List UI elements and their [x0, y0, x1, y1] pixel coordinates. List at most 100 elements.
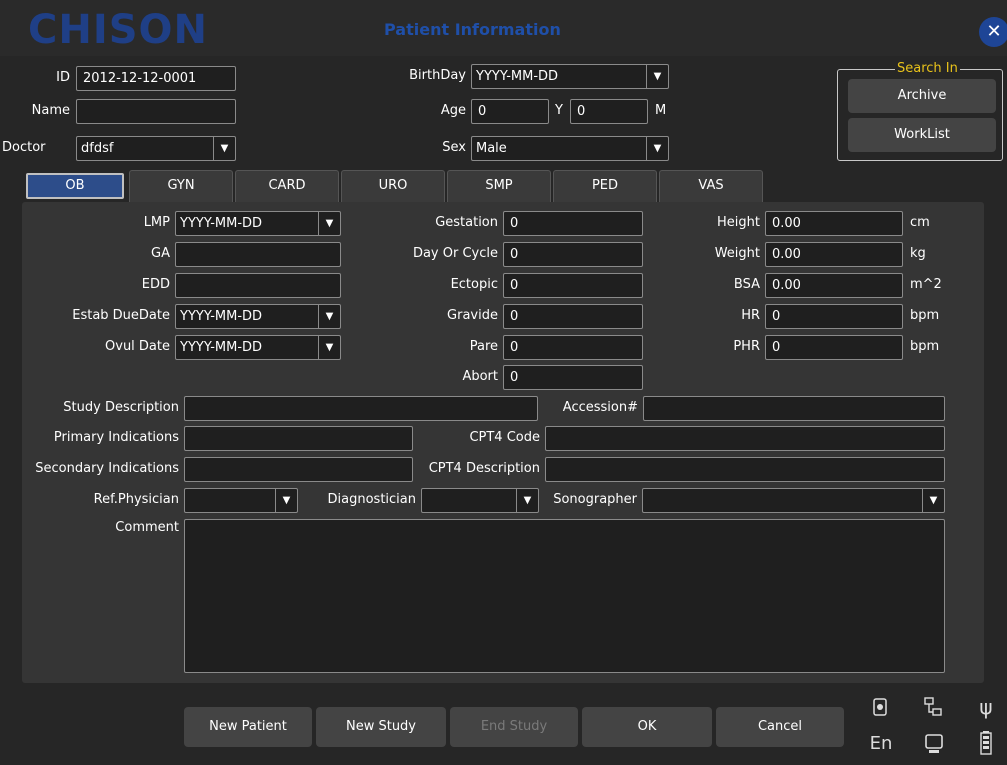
new-patient-button[interactable]: New Patient [184, 707, 312, 747]
bsa-field[interactable]: 0.00 [765, 273, 903, 298]
day-or-cycle-label: Day Or Cycle [412, 246, 498, 261]
language-indicator: En [869, 733, 893, 754]
birthday-select[interactable]: YYYY-MM-DD ▼ [471, 64, 669, 89]
network-icon [923, 697, 943, 721]
phr-field[interactable]: 0 [765, 335, 903, 360]
tab-vas[interactable]: VAS [659, 170, 763, 202]
diagnostician-select[interactable]: ▼ [421, 488, 539, 513]
birthday-value: YYYY-MM-DD [476, 69, 559, 84]
ovul-date-label: Ovul Date [105, 339, 170, 354]
bsa-label: BSA [733, 277, 760, 292]
primary-indications-field[interactable] [184, 426, 413, 451]
doctor-select[interactable]: dfdsf ▼ [76, 136, 236, 161]
tab-card[interactable]: CARD [235, 170, 339, 202]
lmp-label: LMP [143, 215, 170, 230]
chevron-down-icon: ▼ [318, 305, 340, 328]
age-months-field[interactable]: 0 [570, 99, 648, 124]
birthday-label: BirthDay [409, 68, 466, 83]
usb-icon: ψ [979, 695, 993, 719]
lmp-select[interactable]: YYYY-MM-DD ▼ [175, 211, 341, 236]
height-unit: cm [910, 215, 930, 230]
sonographer-label: Sonographer [553, 492, 637, 507]
name-field[interactable] [76, 99, 236, 124]
hr-label: HR [741, 308, 760, 323]
cpt4-description-field[interactable] [545, 457, 945, 482]
chevron-down-icon: ▼ [922, 489, 944, 512]
phr-unit: bpm [910, 339, 940, 354]
sex-select[interactable]: Male ▼ [471, 136, 669, 161]
day-or-cycle-field[interactable]: 0 [503, 242, 643, 267]
gravide-field[interactable]: 0 [503, 304, 643, 329]
estab-duedate-value: YYYY-MM-DD [180, 309, 263, 324]
archive-button[interactable]: Archive [848, 79, 996, 113]
age-years-field[interactable]: 0 [471, 99, 549, 124]
edd-label: EDD [141, 277, 170, 292]
gestation-label: Gestation [435, 215, 498, 230]
doctor-label: Doctor [2, 140, 46, 155]
tab-smp[interactable]: SMP [447, 170, 551, 202]
cancel-button[interactable]: Cancel [716, 707, 844, 747]
tab-ped[interactable]: PED [553, 170, 657, 202]
comment-textarea[interactable] [184, 519, 945, 673]
sonographer-select[interactable]: ▼ [642, 488, 945, 513]
battery-icon [978, 731, 994, 759]
abort-field[interactable]: 0 [503, 365, 643, 390]
primary-indications-label: Primary Indications [53, 430, 179, 445]
chevron-down-icon: ▼ [318, 212, 340, 235]
end-study-button[interactable]: End Study [450, 707, 578, 747]
secondary-indications-field[interactable] [184, 457, 413, 482]
name-label: Name [31, 103, 70, 118]
close-icon[interactable]: ✕ [979, 17, 1007, 47]
sex-value: Male [476, 141, 507, 156]
secondary-indications-label: Secondary Indications [35, 461, 179, 476]
edd-field[interactable] [175, 273, 341, 298]
chison-logo: CHISON [28, 7, 209, 53]
doctor-value: dfdsf [81, 141, 114, 156]
tab-uro[interactable]: URO [341, 170, 445, 202]
accession-label: Accession# [562, 400, 638, 415]
bsa-unit: m^2 [910, 277, 942, 292]
estab-duedate-label: Estab DueDate [72, 308, 170, 323]
ok-button[interactable]: OK [582, 707, 712, 747]
id-label: ID [56, 70, 70, 85]
hr-field[interactable]: 0 [765, 304, 903, 329]
tab-ob[interactable]: OB [26, 173, 124, 199]
hr-unit: bpm [910, 308, 940, 323]
disk-icon [870, 697, 890, 721]
age-m-unit: M [655, 103, 667, 118]
study-description-field[interactable] [184, 396, 538, 421]
gestation-field[interactable]: 0 [503, 211, 643, 236]
estab-duedate-select[interactable]: YYYY-MM-DD ▼ [175, 304, 341, 329]
pare-field[interactable]: 0 [503, 335, 643, 360]
worklist-button[interactable]: WorkList [848, 118, 996, 152]
study-description-label: Study Description [63, 400, 179, 415]
weight-label: Weight [714, 246, 760, 261]
ectopic-field[interactable]: 0 [503, 273, 643, 298]
lmp-value: YYYY-MM-DD [180, 216, 263, 231]
pare-label: Pare [469, 339, 498, 354]
ref-physician-select[interactable]: ▼ [184, 488, 298, 513]
chevron-down-icon: ▼ [516, 489, 538, 512]
sex-label: Sex [442, 140, 466, 155]
height-label: Height [717, 215, 760, 230]
weight-unit: kg [910, 246, 926, 261]
new-study-button[interactable]: New Study [316, 707, 446, 747]
chevron-down-icon: ▼ [318, 336, 340, 359]
cpt4-code-field[interactable] [545, 426, 945, 451]
id-field[interactable]: 2012-12-12-0001 [76, 66, 236, 91]
chevron-down-icon: ▼ [646, 65, 668, 88]
age-label: Age [440, 103, 466, 118]
age-y-unit: Y [555, 103, 563, 118]
gravide-label: Gravide [447, 308, 498, 323]
ovul-date-select[interactable]: YYYY-MM-DD ▼ [175, 335, 341, 360]
ga-field[interactable] [175, 242, 341, 267]
search-in-label: Search In [895, 61, 960, 77]
height-field[interactable]: 0.00 [765, 211, 903, 236]
cpt4-code-label: CPT4 Code [469, 430, 540, 445]
comment-label: Comment [115, 520, 179, 535]
weight-field[interactable]: 0.00 [765, 242, 903, 267]
accession-field[interactable] [643, 396, 945, 421]
tab-gyn[interactable]: GYN [129, 170, 233, 202]
phr-label: PHR [733, 339, 760, 354]
abort-label: Abort [462, 369, 498, 384]
